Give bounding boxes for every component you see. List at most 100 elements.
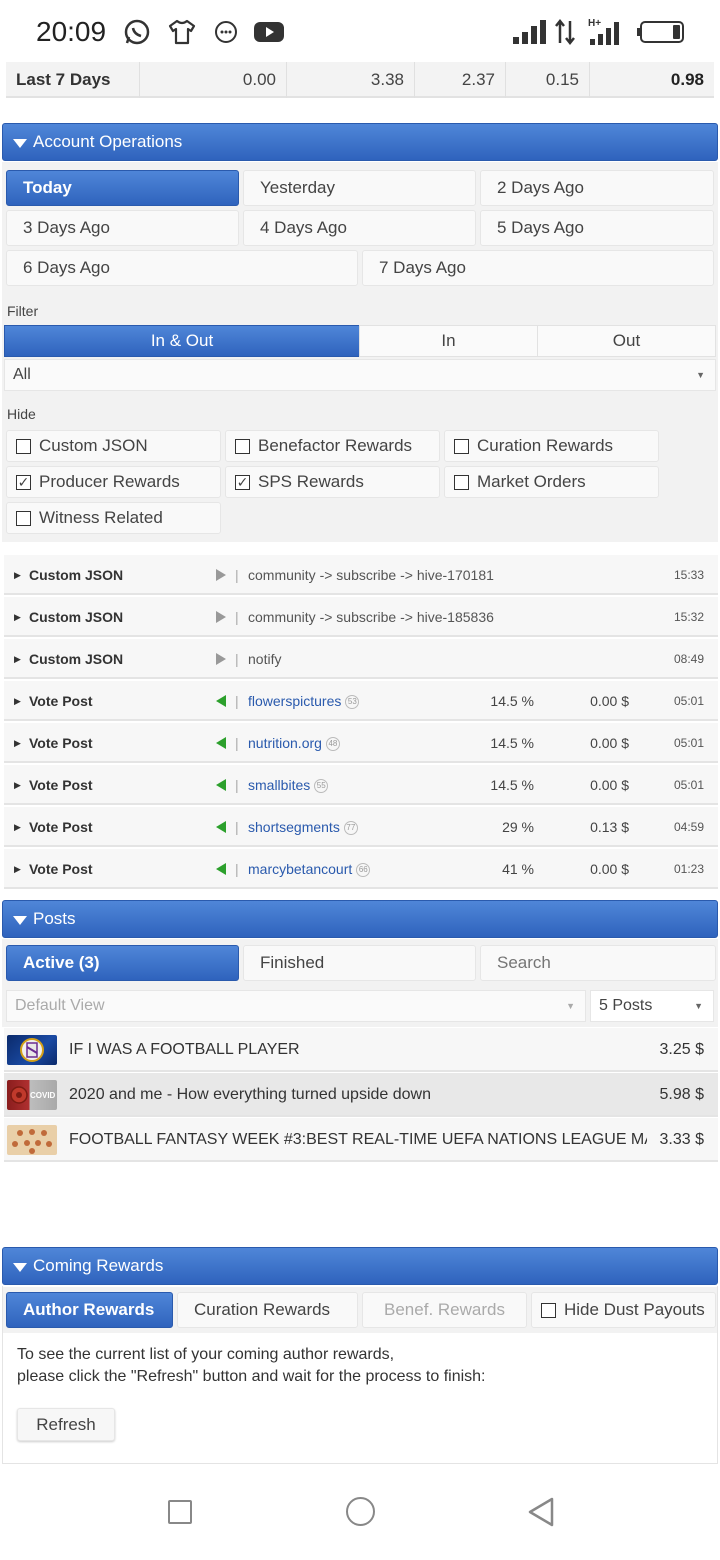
checkbox-box-checked[interactable]: ✓ — [235, 475, 250, 490]
operation-row[interactable]: ▶ Vote Post | nutrition.org 48 14.5 % 0.0… — [4, 723, 718, 763]
posts-active-tab[interactable]: Active (3) — [6, 945, 239, 981]
expand-arrow-icon[interactable]: ▶ — [14, 849, 21, 889]
posts-search-input[interactable] — [480, 945, 716, 981]
author-rewards-tab[interactable]: Author Rewards — [6, 1292, 173, 1328]
whatsapp-icon — [122, 18, 152, 46]
operation-row[interactable]: ▶ Custom JSON | community -> subscribe -… — [4, 555, 718, 595]
operation-detail: notify — [248, 651, 282, 667]
checkbox-box[interactable] — [541, 1303, 556, 1318]
posts-count-select[interactable]: 5 Posts ▼ — [590, 990, 714, 1022]
checkbox-box[interactable] — [235, 439, 250, 454]
voter-link[interactable]: shortsegments 77 — [248, 807, 358, 847]
home-circle-icon[interactable] — [346, 1497, 375, 1526]
day-yesterday-button[interactable]: Yesterday — [243, 170, 476, 206]
expand-arrow-icon[interactable]: ▶ — [14, 597, 21, 637]
expand-arrow-icon[interactable]: ▶ — [14, 555, 21, 595]
post-title-link[interactable]: FOOTBALL FANTASY WEEK #3:BEST REAL-TIME … — [69, 1118, 647, 1162]
posts-header[interactable]: Posts — [2, 900, 718, 938]
outgoing-arrow-icon — [216, 569, 226, 581]
operation-row[interactable]: ▶ Custom JSON | notify 08:49 — [4, 639, 718, 679]
post-row[interactable]: FOOTBALL FANTASY WEEK #3:BEST REAL-TIME … — [4, 1118, 718, 1162]
select-value: Default View — [15, 997, 105, 1014]
voter-link[interactable]: marcybetancourt 66 — [248, 849, 371, 889]
outgoing-arrow-icon — [216, 611, 226, 623]
filter-in-tab[interactable]: In — [359, 325, 538, 357]
voter-link[interactable]: flowerspictures 53 — [248, 681, 360, 721]
hide-dust-payouts-checkbox[interactable]: Hide Dust Payouts — [531, 1292, 716, 1328]
filter-in-out-tab[interactable]: In & Out — [4, 325, 360, 357]
incoming-vote-arrow-icon — [216, 863, 226, 875]
reputation-badge: 48 — [325, 737, 340, 752]
expand-arrow-icon[interactable]: ▶ — [14, 765, 21, 805]
voter-name[interactable]: smallbites — [248, 777, 310, 793]
signal-icon — [510, 18, 550, 46]
back-triangle-icon[interactable] — [526, 1496, 556, 1533]
expand-arrow-icon[interactable]: ▶ — [14, 639, 21, 679]
reputation-badge: 53 — [345, 695, 360, 710]
hide-market-orders-checkbox[interactable]: Market Orders — [444, 466, 659, 498]
operation-row[interactable]: ▶ Custom JSON | community -> subscribe -… — [4, 597, 718, 637]
summary-value: 3.38 — [287, 62, 415, 98]
expand-arrow-icon[interactable]: ▶ — [14, 807, 21, 847]
expand-arrow-icon[interactable]: ▶ — [14, 723, 21, 763]
separator: | — [235, 777, 239, 793]
operation-row[interactable]: ▶ Vote Post | flowerspictures 53 14.5 % 0… — [4, 681, 718, 721]
voter-link[interactable]: nutrition.org 48 — [248, 723, 340, 763]
vote-percent: 14.5 % — [490, 693, 534, 709]
vote-percent: 14.5 % — [490, 777, 534, 793]
account-operations-header[interactable]: Account Operations — [2, 123, 718, 161]
navigation-bar — [0, 1466, 720, 1560]
hide-label: Hide — [7, 406, 36, 422]
voter-name[interactable]: nutrition.org — [248, 735, 322, 751]
filter-label: Filter — [7, 303, 39, 319]
checkbox-label: SPS Rewards — [258, 472, 364, 491]
day-5-button[interactable]: 5 Days Ago — [480, 210, 714, 246]
filter-out-tab[interactable]: Out — [537, 325, 716, 357]
hide-curation-rewards-checkbox[interactable]: Curation Rewards — [444, 430, 659, 462]
day-4-button[interactable]: 4 Days Ago — [243, 210, 476, 246]
benef-rewards-tab[interactable]: Benef. Rewards — [362, 1292, 527, 1328]
operation-detail: community -> subscribe -> hive-185836 — [248, 609, 494, 625]
day-2-button[interactable]: 2 Days Ago — [480, 170, 714, 206]
voter-link[interactable]: smallbites 55 — [248, 765, 329, 805]
post-row[interactable]: COVID 2020 and me - How everything turne… — [4, 1073, 718, 1117]
operation-row[interactable]: ▶ Vote Post | marcybetancourt 66 41 % 0.0… — [4, 849, 718, 889]
post-title-link[interactable]: IF I WAS A FOOTBALL PLAYER — [69, 1028, 647, 1072]
hide-custom-json-checkbox[interactable]: Custom JSON — [6, 430, 221, 462]
separator: | — [235, 819, 239, 835]
curation-rewards-tab[interactable]: Curation Rewards — [177, 1292, 358, 1328]
checkbox-box[interactable] — [454, 475, 469, 490]
select-value: All — [13, 366, 31, 383]
voter-name[interactable]: marcybetancourt — [248, 861, 352, 877]
outgoing-arrow-icon — [216, 653, 226, 665]
posts-view-select[interactable]: Default View ▼ — [6, 990, 586, 1022]
separator: | — [235, 861, 239, 877]
status-time: 20:09 — [36, 16, 107, 47]
post-title-link[interactable]: 2020 and me - How everything turned upsi… — [69, 1073, 647, 1117]
checkbox-box[interactable] — [16, 439, 31, 454]
checkbox-box[interactable] — [16, 511, 31, 526]
operation-row[interactable]: ▶ Vote Post | shortsegments 77 29 % 0.13 … — [4, 807, 718, 847]
shirt-icon — [167, 18, 197, 46]
recents-square-icon[interactable] — [168, 1500, 192, 1524]
hide-witness-related-checkbox[interactable]: Witness Related — [6, 502, 221, 534]
checkbox-box-checked[interactable]: ✓ — [16, 475, 31, 490]
expand-arrow-icon[interactable]: ▶ — [14, 681, 21, 721]
day-3-button[interactable]: 3 Days Ago — [6, 210, 239, 246]
hide-sps-rewards-checkbox[interactable]: ✓ SPS Rewards — [225, 466, 440, 498]
voter-name[interactable]: flowerspictures — [248, 693, 341, 709]
coming-rewards-header[interactable]: Coming Rewards — [2, 1247, 718, 1285]
refresh-button[interactable]: Refresh — [17, 1408, 115, 1441]
posts-finished-tab[interactable]: Finished — [243, 945, 476, 981]
operation-row[interactable]: ▶ Vote Post | smallbites 55 14.5 % 0.00 $… — [4, 765, 718, 805]
checkbox-box[interactable] — [454, 439, 469, 454]
post-row[interactable]: IF I WAS A FOOTBALL PLAYER 3.25 $ — [4, 1028, 718, 1072]
operation-type-select[interactable]: All ▼ — [4, 359, 716, 391]
day-7-button[interactable]: 7 Days Ago — [362, 250, 714, 286]
reputation-badge: 55 — [314, 779, 329, 794]
day-today-button[interactable]: Today — [6, 170, 239, 206]
day-6-button[interactable]: 6 Days Ago — [6, 250, 358, 286]
hide-benefactor-rewards-checkbox[interactable]: Benefactor Rewards — [225, 430, 440, 462]
voter-name[interactable]: shortsegments — [248, 819, 340, 835]
hide-producer-rewards-checkbox[interactable]: ✓ Producer Rewards — [6, 466, 221, 498]
